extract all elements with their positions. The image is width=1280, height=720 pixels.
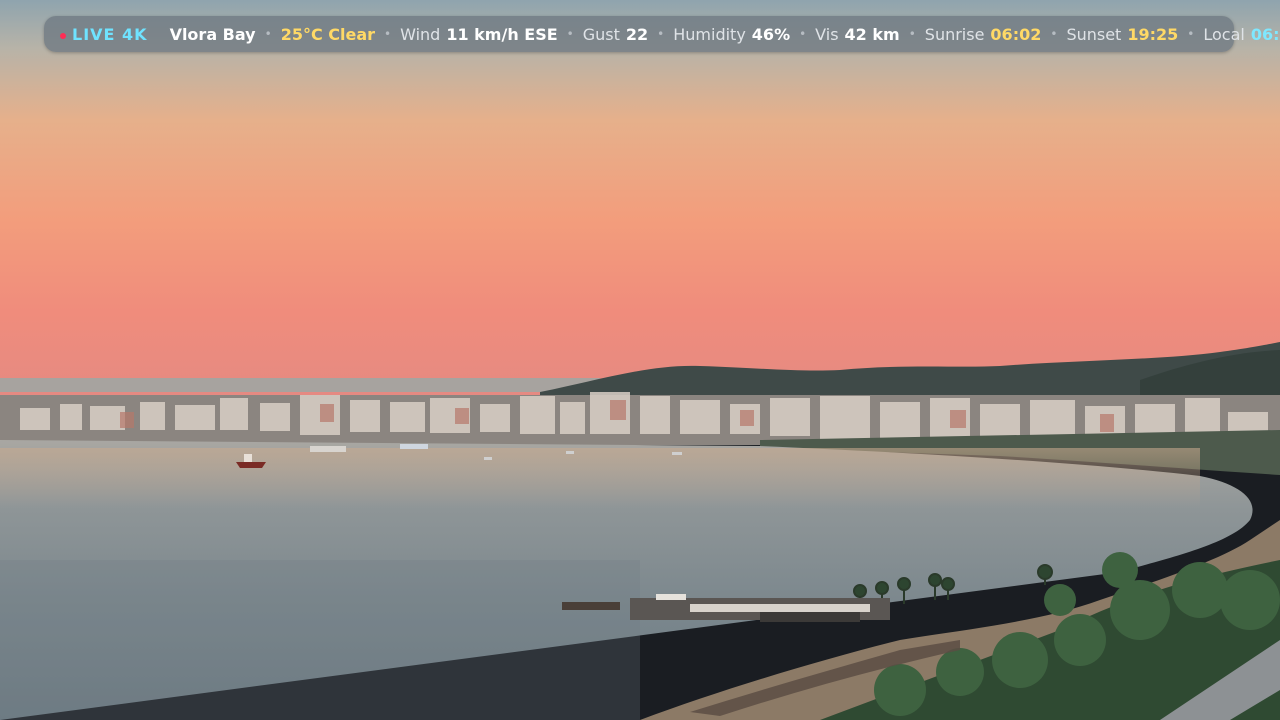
- sunrise-label: Sunrise: [924, 24, 985, 44]
- separator: •: [908, 27, 916, 41]
- gust-label: Gust: [582, 24, 620, 44]
- visibility-label: Vis: [815, 24, 839, 44]
- visibility-value: 42 km: [844, 24, 900, 44]
- temperature-condition: 25°C Clear: [280, 24, 376, 44]
- separator: •: [264, 27, 272, 41]
- sunset-value: 19:25: [1127, 24, 1179, 44]
- weather-status-bar: LIVE 4K Vlora Bay • 25°C Clear • Wind 11…: [44, 16, 1280, 52]
- sunset-label: Sunset: [1066, 24, 1122, 44]
- humidity-value: 46%: [751, 24, 791, 44]
- sunset-readout: Sunset 19:25: [1066, 25, 1178, 44]
- webcam-video-frame: [0, 0, 1280, 720]
- gust-value: 22: [625, 24, 649, 44]
- humidity-label: Humidity: [673, 24, 746, 44]
- sunrise-readout: Sunrise 06:02: [925, 25, 1042, 44]
- live-label: LIVE 4K: [72, 24, 148, 44]
- wind-readout: Wind 11 km/h ESE: [400, 25, 558, 44]
- location-name: Vlora Bay: [169, 24, 256, 44]
- separator: •: [657, 27, 665, 41]
- separator: •: [384, 27, 392, 41]
- separator: •: [1050, 27, 1058, 41]
- wind-label: Wind: [400, 24, 441, 44]
- humidity-readout: Humidity 46%: [673, 25, 790, 44]
- wind-value: 11 km/h ESE: [446, 24, 558, 44]
- sunrise-value: 06:02: [990, 24, 1042, 44]
- local-time-readout: Local 06:15: [1203, 25, 1280, 44]
- sky: [0, 0, 1280, 400]
- local-time-label: Local: [1203, 24, 1245, 44]
- separator: •: [799, 27, 807, 41]
- visibility-readout: Vis 42 km: [815, 25, 900, 44]
- separator: •: [1187, 27, 1195, 41]
- live-indicator: LIVE 4K: [60, 25, 148, 44]
- gust-readout: Gust 22: [583, 25, 648, 44]
- local-time-value: 06:15: [1250, 24, 1280, 44]
- live-dot-icon: [60, 32, 66, 39]
- separator: •: [566, 27, 574, 41]
